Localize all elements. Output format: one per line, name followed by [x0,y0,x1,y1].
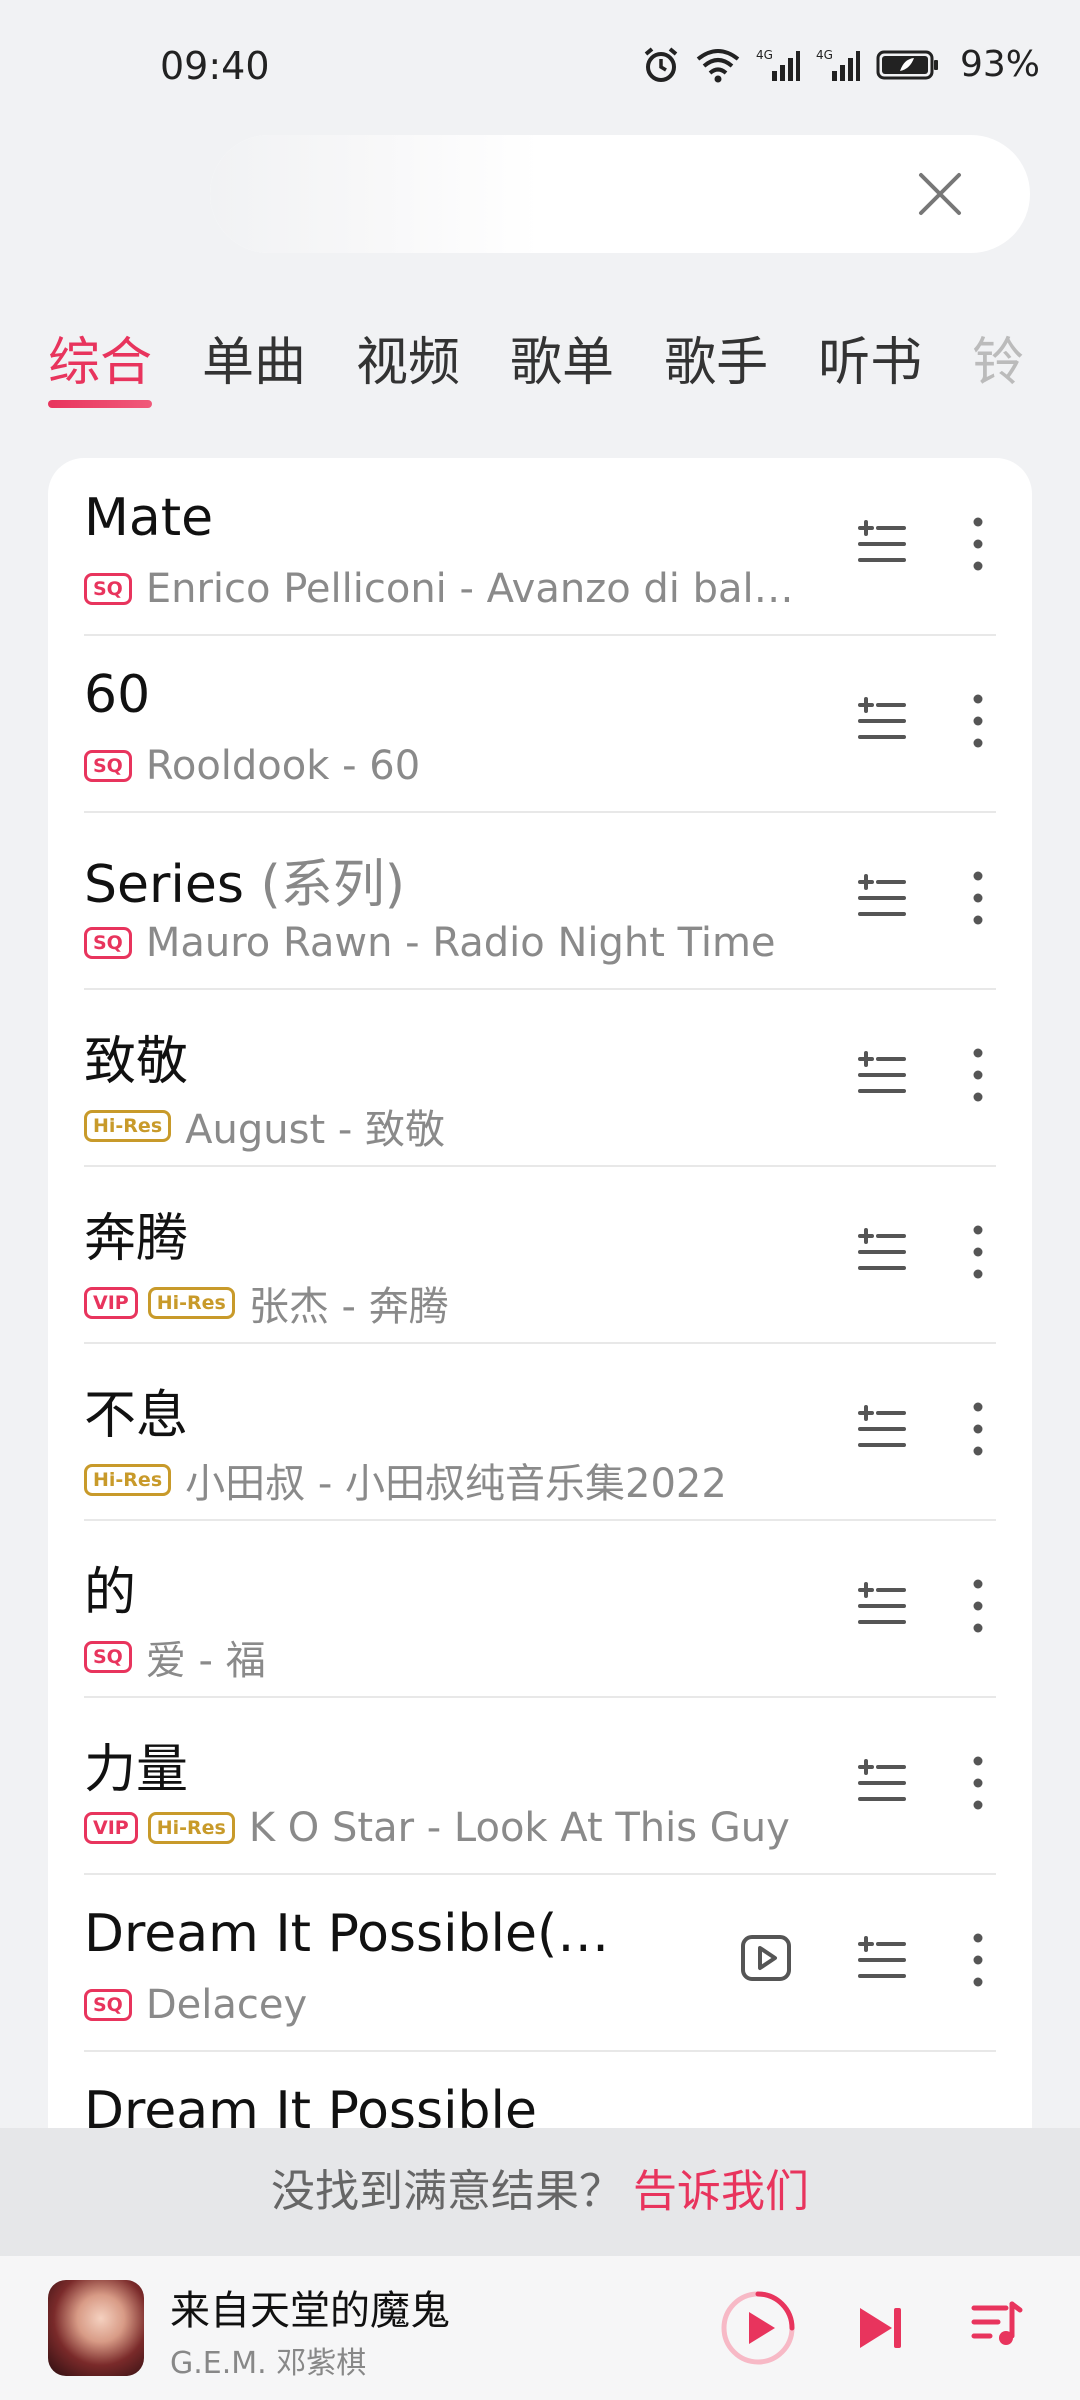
feedback-link[interactable]: 告诉我们 [633,2166,809,2217]
status-time: 09:40 [160,44,270,88]
hires-badge: Hi-Res [84,1464,172,1496]
svg-text:4G: 4G [756,48,773,62]
feedback-text: 没找到满意结果？ [271,2166,623,2217]
status-icons: 4G 4G 93% [642,44,1040,85]
tab-ringtones[interactable]: 铃 [972,320,1024,420]
list-item[interactable]: Series (系列) SQ Mauro Rawn - Radio Night … [84,812,996,990]
tab-audiobooks[interactable]: 听书 [818,320,922,420]
song-title: 奔腾 [84,1209,189,1269]
more-icon[interactable] [970,1224,986,1280]
song-meta: SQ 爱 - 福 [84,1628,266,1686]
tab-playlists[interactable]: 歌单 [510,320,614,420]
song-artist: K O Star - Look At This Guy [248,1805,790,1851]
sq-badge: SQ [84,1641,132,1673]
status-bar: 09:40 4G 4G 93% [0,0,1080,130]
battery-icon [876,50,938,79]
song-artist: 爱 - 福 [145,1638,266,1684]
add-to-queue-icon[interactable] [856,1224,908,1276]
song-meta: SQ Enrico Pelliconi - Avanzo di bal… [84,566,794,612]
add-to-queue-icon[interactable] [856,1578,908,1630]
song-title: Mate [84,488,214,548]
more-icon[interactable] [970,1932,986,1988]
song-title: Series (系列) [84,855,406,915]
song-artist: August - 致敬 [185,1107,445,1153]
more-icon[interactable] [970,516,986,572]
list-item[interactable]: Mate SQ Enrico Pelliconi - Avanzo di bal… [84,458,996,636]
search-bar[interactable] [210,135,1030,253]
song-artist: Rooldook - 60 [145,743,421,789]
list-item[interactable]: 奔腾 VIP Hi-Res 张杰 - 奔腾 [84,1166,996,1344]
sq-badge: SQ [84,750,132,782]
hires-badge: Hi-Res [84,1110,172,1142]
signal-4g-2-icon: 4G [816,48,860,81]
now-playing-title: 来自天堂的魔鬼 [170,2288,450,2334]
add-to-queue-icon[interactable] [856,1401,908,1453]
add-to-queue-icon[interactable] [856,870,908,922]
song-artist: Mauro Rawn - Radio Night Time [145,920,776,966]
sq-badge: SQ [84,573,132,605]
hires-badge: Hi-Res [147,1287,235,1319]
song-meta: VIP Hi-Res K O Star - Look At This Guy [84,1805,790,1851]
song-meta: Hi-Res August - 致敬 [84,1097,445,1155]
add-to-queue-icon[interactable] [856,693,908,745]
tab-videos[interactable]: 视频 [356,320,460,420]
list-item[interactable]: 的 SQ 爱 - 福 [84,1520,996,1698]
now-playing-artist: G.E.M. 邓紫棋 [170,2346,367,2381]
song-title: 力量 [84,1740,189,1800]
add-to-queue-icon[interactable] [856,1932,908,1984]
category-tabs: 综合 单曲 视频 歌单 歌手 听书铃 [48,320,1080,430]
song-artist: 小田叔 - 小田叔纯音乐集2022 [185,1461,727,1507]
vip-badge: VIP [84,1812,138,1844]
mv-play-icon[interactable] [740,1934,792,1982]
song-title: 的 [84,1563,137,1623]
song-meta: SQ Rooldook - 60 [84,743,420,789]
more-icon[interactable] [970,1047,986,1103]
list-item[interactable]: 力量 VIP Hi-Res K O Star - Look At This Gu… [84,1697,996,1875]
add-to-queue-icon[interactable] [856,1755,908,1807]
list-item[interactable]: 不息 Hi-Res 小田叔 - 小田叔纯音乐集2022 [84,1343,996,1521]
more-icon[interactable] [970,693,986,749]
more-icon[interactable] [970,1401,986,1457]
song-title: 致敬 [84,1032,189,1092]
song-artist: 张杰 - 奔腾 [248,1284,449,1330]
list-item[interactable]: Dream It Possible(… SQ Delacey [84,1874,996,2052]
song-meta: Hi-Res 小田叔 - 小田叔纯音乐集2022 [84,1451,727,1509]
song-meta: SQ Mauro Rawn - Radio Night Time [84,920,776,966]
tab-songs[interactable]: 单曲 [202,320,306,420]
song-meta: VIP Hi-Res 张杰 - 奔腾 [84,1274,449,1332]
album-cover[interactable] [48,2280,144,2376]
tab-all[interactable]: 综合 [48,320,153,420]
more-icon[interactable] [970,1755,986,1811]
song-title: 60 [84,665,151,725]
play-icon[interactable] [720,2290,796,2366]
feedback-bar: 没找到满意结果？ 告诉我们 [0,2128,1080,2256]
add-to-queue-icon[interactable] [856,516,908,568]
list-item[interactable]: 致敬 Hi-Res August - 致敬 [84,989,996,1167]
search-query-blurred[interactable] [210,135,540,253]
tab-artists[interactable]: 歌手 [664,320,768,420]
vip-badge: VIP [84,1287,138,1319]
song-artist: Enrico Pelliconi - Avanzo di bal… [145,566,794,612]
wifi-icon [696,48,740,82]
song-title: Dream It Possible(… [84,1904,610,1964]
add-to-queue-icon[interactable] [856,1047,908,1099]
song-title: 不息 [84,1386,189,1446]
results-list: Mate SQ Enrico Pelliconi - Avanzo di bal… [48,458,1032,2158]
playlist-icon[interactable] [968,2296,1024,2352]
close-icon[interactable] [915,169,965,219]
more-icon[interactable] [970,1578,986,1634]
list-item[interactable]: 60 SQ Rooldook - 60 [84,635,996,813]
song-artist: Delacey [145,1982,308,2028]
battery-percent: 93% [959,44,1040,85]
alarm-icon [644,46,678,82]
svg-text:4G: 4G [816,48,833,62]
sq-badge: SQ [84,1989,132,2021]
next-track-icon[interactable] [852,2300,908,2356]
song-meta: SQ Delacey [84,1982,307,2028]
hires-badge: Hi-Res [147,1812,235,1844]
sq-badge: SQ [84,927,132,959]
mini-player[interactable]: 来自天堂的魔鬼 G.E.M. 邓紫棋 [0,2256,1080,2400]
signal-4g-icon: 4G [756,48,800,81]
more-icon[interactable] [970,870,986,926]
